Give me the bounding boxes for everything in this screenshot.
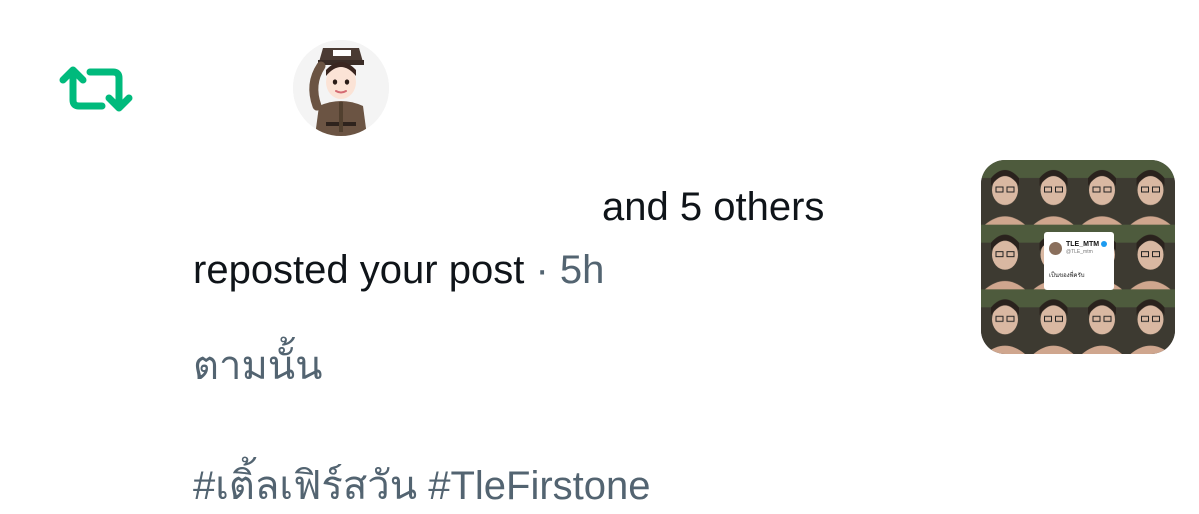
repost-icon [59, 66, 133, 112]
post-text: ตามนั้น [193, 344, 323, 388]
separator-dot: · [535, 248, 549, 292]
quoted-text: เป็นของพี่ครับ [1049, 273, 1085, 279]
action-text: reposted your post [193, 248, 525, 292]
timestamp: 5h [559, 248, 605, 292]
verified-badge-icon [1101, 241, 1108, 248]
post-hashtags[interactable]: #เติ้ลเฟิร์สวัน #TleFirstone [193, 453, 651, 514]
avatar-image [293, 40, 389, 136]
quoted-name-text: TLE_MTM [1066, 241, 1100, 248]
quoted-handle: @TLE_mtm [1066, 249, 1093, 255]
avatar[interactable] [293, 40, 389, 136]
quoted-post-card: TLE_MTM @TLE_mtm เป็นของพี่ครับ [1044, 232, 1114, 290]
notification-item[interactable]: and 5 others reposted your post · 5h ตาม… [0, 0, 1199, 514]
notification-action-line: reposted your post · 5h [193, 248, 604, 293]
quoted-name: TLE_MTM [1066, 241, 1108, 248]
others-count-text: and 5 others [602, 185, 825, 229]
quoted-avatar [1049, 242, 1062, 255]
